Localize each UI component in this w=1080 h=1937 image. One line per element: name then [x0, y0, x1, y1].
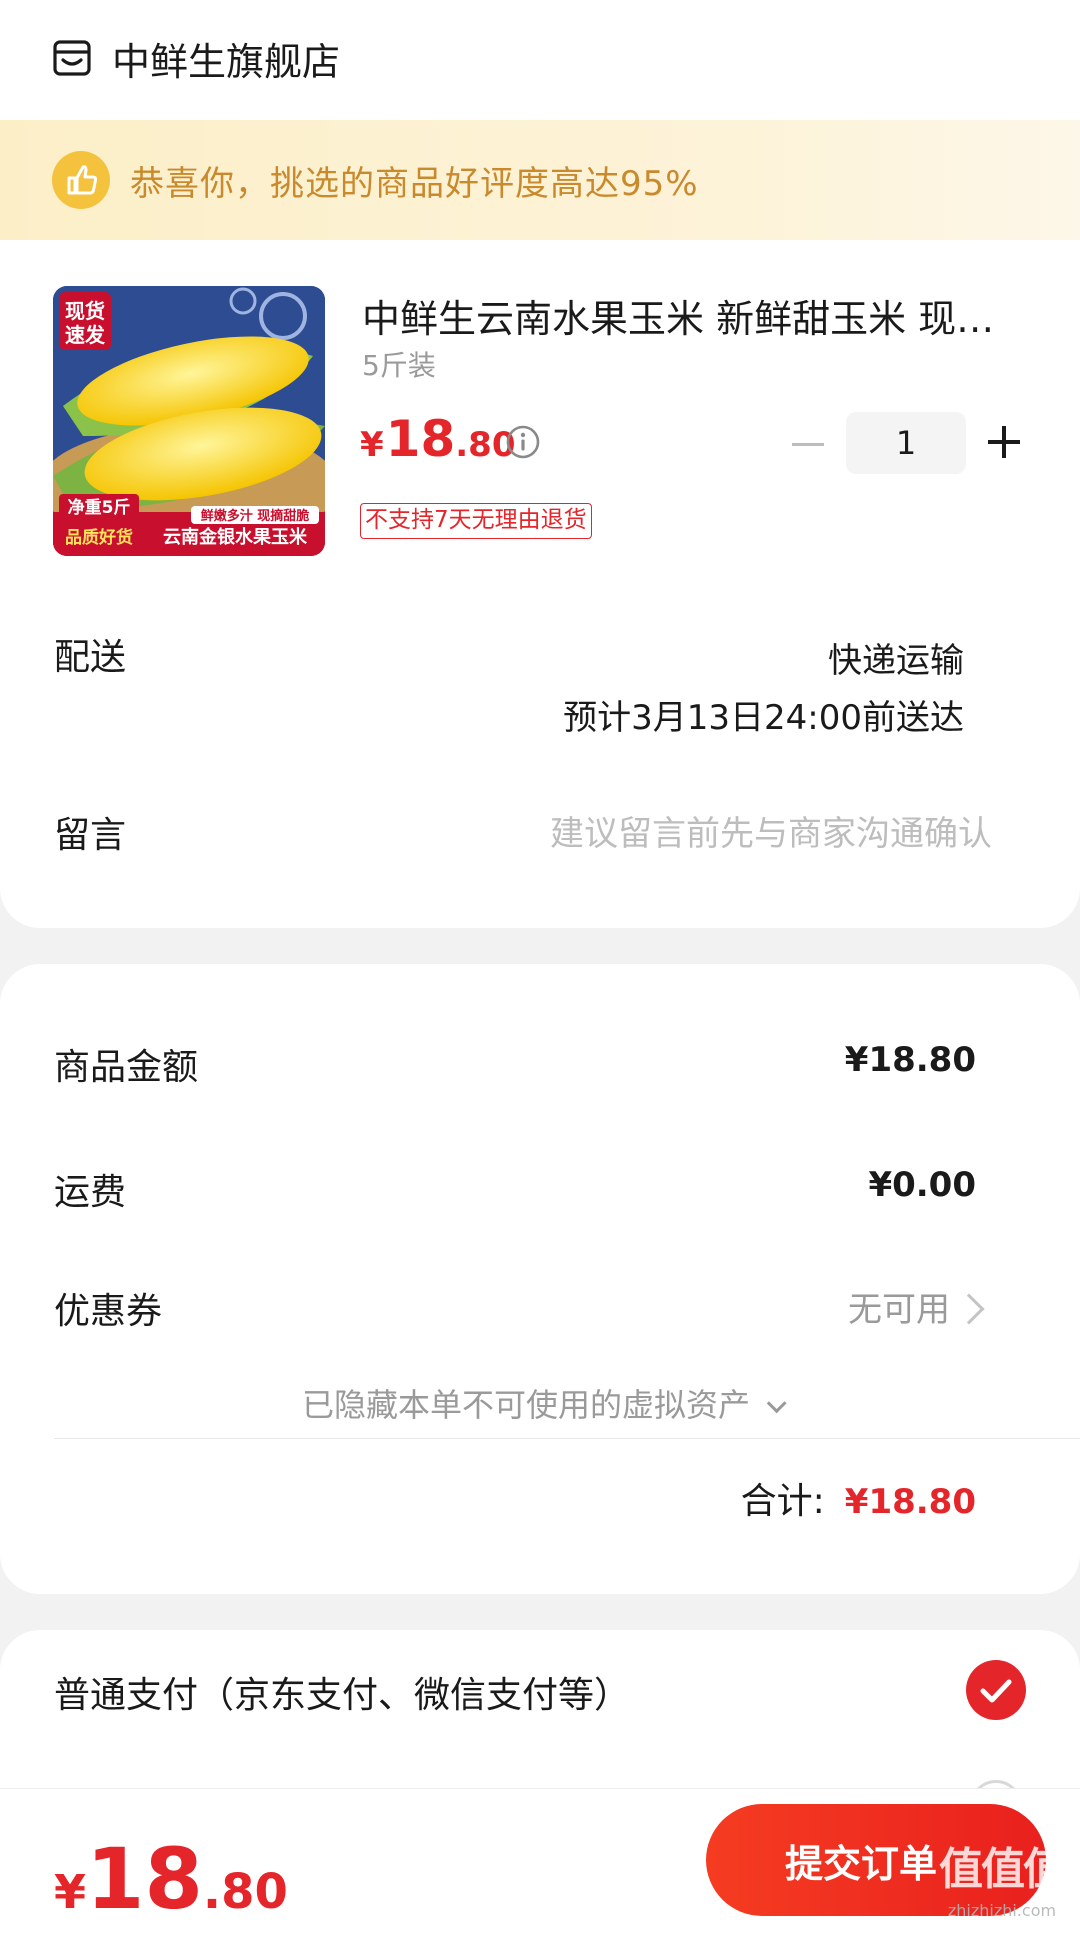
total-value: ¥18.80 — [844, 1482, 976, 1522]
rating-banner-text: 恭喜你，挑选的商品好评度高达95% — [130, 163, 699, 204]
quantity-input[interactable]: 1 — [846, 412, 966, 474]
watermark-logo: 值值值 — [939, 1844, 1067, 1895]
image-badge-top: 现货 — [65, 299, 105, 323]
price-integer: 18 — [385, 410, 456, 468]
minus-icon — [792, 442, 824, 446]
payment-selected-radio[interactable] — [966, 1660, 1026, 1720]
total-label: 合计: — [740, 1481, 825, 1522]
hidden-assets-text: 已隐藏本单不可使用的虚拟资产 — [301, 1386, 750, 1424]
image-net-weight: 净重5斤 — [68, 497, 131, 518]
goods-amount-value: ¥18.80 — [844, 1040, 976, 1080]
product-price: ¥ 18 .80 — [360, 410, 516, 468]
checkmark-icon — [980, 1679, 1012, 1703]
corn-illustration: 现货 速发 净重5斤 鲜嫩多汁 现摘甜脆 品质好货 云南金银水果玉米 — [53, 286, 325, 556]
product-image[interactable]: 现货 速发 净重5斤 鲜嫩多汁 现摘甜脆 品质好货 云南金银水果玉米 — [53, 286, 325, 556]
chevron-down-icon — [766, 1393, 787, 1414]
delivery-eta: 预计3月13日24:00前送达 — [563, 698, 964, 738]
order-product-card: 中鲜生旗舰店 恭喜你，挑选的商品好评度高达95% 现货 速发 净重5斤 鲜嫩多汁… — [0, 0, 1080, 928]
delivery-method[interactable]: 快递运输 — [828, 633, 964, 682]
thumbs-up-icon — [52, 151, 110, 209]
message-input[interactable] — [420, 804, 992, 864]
product-title[interactable]: 中鲜生云南水果玉米 新鲜甜玉米 现货速发 — [362, 288, 1012, 343]
delivery-label: 配送 — [54, 637, 127, 678]
product-spec: 5斤装 — [362, 349, 436, 382]
store-icon — [53, 40, 91, 76]
shop-header[interactable]: 中鲜生旗舰店 — [52, 28, 340, 88]
message-label: 留言 — [54, 815, 127, 856]
coupon-label[interactable]: 优惠券 — [54, 1282, 162, 1334]
bottom-total-price: ¥ 18 .80 — [54, 1830, 288, 1928]
info-icon[interactable] — [505, 424, 541, 460]
image-slogan: 鲜嫩多汁 现摘甜脆 — [201, 508, 310, 524]
order-total: 合计: ¥18.80 — [741, 1472, 976, 1524]
image-badge-bottom: 速发 — [65, 323, 106, 347]
coupon-value[interactable]: 无可用 — [848, 1282, 950, 1331]
bottom-price-currency: ¥ — [54, 1865, 87, 1919]
shop-name: 中鲜生旗舰店 — [112, 39, 341, 84]
payment-option-label[interactable]: 普通支付（京东支付、微信支付等） — [54, 1666, 630, 1718]
shipping-value: ¥0.00 — [868, 1165, 976, 1205]
shipping-label: 运费 — [54, 1172, 127, 1213]
watermark-url: zhizhizhi.com — [947, 1901, 1057, 1920]
divider — [54, 1438, 1080, 1439]
rating-banner: 恭喜你，挑选的商品好评度高达95% — [0, 120, 1080, 240]
hidden-assets-toggle[interactable]: 已隐藏本单不可使用的虚拟资产 — [0, 1380, 1080, 1426]
image-product-name: 云南金银水果玉米 — [163, 526, 308, 548]
price-currency: ¥ — [360, 425, 384, 465]
watermark: 值值值 zhizhizhi.com — [928, 1840, 1076, 1934]
image-quality: 品质好货 — [65, 527, 133, 548]
bottom-price-integer: 18 — [86, 1830, 203, 1928]
no-return-tag: 不支持7天无理由退货 — [360, 503, 592, 539]
quantity-increase-button[interactable] — [984, 422, 1024, 462]
goods-amount-label: 商品金额 — [54, 1047, 199, 1088]
quantity-decrease-button[interactable] — [786, 424, 830, 464]
bottom-price-decimal: .80 — [202, 1864, 288, 1920]
